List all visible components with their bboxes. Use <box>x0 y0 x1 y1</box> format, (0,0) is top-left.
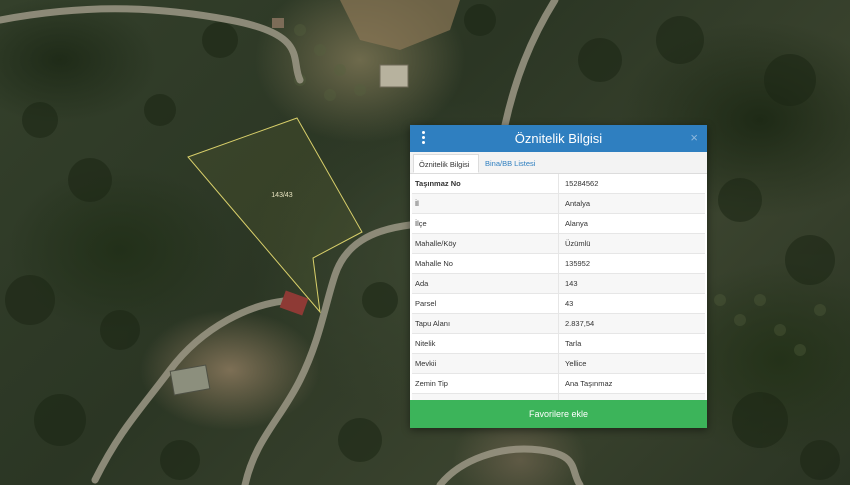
table-row: Zemin Tip Ana Taşınmaz <box>412 374 705 394</box>
table-row: Mevkii Yellice <box>412 354 705 374</box>
row-label: Zemin Tip <box>415 379 448 388</box>
row-value: 15284562 <box>558 174 705 193</box>
row-label: Ada <box>415 279 429 288</box>
row-value: Ana Taşınmaz <box>558 374 705 393</box>
attribute-info-dialog: Öznitelik Bilgisi × Öznitelik Bilgisi Bi… <box>410 125 707 428</box>
building <box>272 18 284 28</box>
table-row: Mahalle/Köy Üzümlü <box>412 234 705 254</box>
table-row: İl Antalya <box>412 194 705 214</box>
row-label: Mahalle/Köy <box>415 239 457 248</box>
row-label: Tapu Alanı <box>415 319 451 328</box>
building <box>169 364 211 396</box>
table-row: Parsel 43 <box>412 294 705 314</box>
table-row: Ada 143 <box>412 274 705 294</box>
row-label: İl <box>415 199 419 208</box>
row-value: Üzümlü <box>558 234 705 253</box>
row-value: Antalya <box>558 194 705 213</box>
row-value: 2.837,54 <box>558 314 705 333</box>
row-value: 43 <box>558 294 705 313</box>
row-label: İlçe <box>415 219 427 228</box>
parcel-label: 143/43 <box>271 192 293 199</box>
row-label: Taşınmaz No <box>415 179 461 188</box>
tab-attribute-info[interactable]: Öznitelik Bilgisi <box>413 154 479 173</box>
dialog-title: Öznitelik Bilgisi <box>514 131 603 146</box>
table-row: Mahalle No 135952 <box>412 254 705 274</box>
row-value: 135952 <box>558 254 705 273</box>
row-label: Mevkii <box>415 359 437 368</box>
building <box>379 64 409 88</box>
row-label: Mahalle No <box>415 259 453 268</box>
row-value: Alanya <box>558 214 705 233</box>
row-value: 143 <box>558 274 705 293</box>
row-value: Yellice <box>558 354 705 373</box>
table-row: Taşınmaz No 15284562 <box>412 174 705 194</box>
row-label: Parsel <box>415 299 437 308</box>
building <box>279 290 309 316</box>
add-to-favorites-button[interactable]: Favorilere ekle <box>410 400 707 428</box>
table-row: Nitelik Tarla <box>412 334 705 354</box>
dialog-header: Öznitelik Bilgisi × <box>410 125 707 152</box>
row-value: Tarla <box>558 334 705 353</box>
dialog-tabs: Öznitelik Bilgisi Bina/BB Listesi <box>410 152 707 174</box>
table-row: Tapu Alanı 2.837,54 <box>412 314 705 334</box>
tab-building-list[interactable]: Bina/BB Listesi <box>480 154 546 173</box>
row-label: Nitelik <box>415 339 436 348</box>
attribute-table: Taşınmaz No 15284562 İl Antalya İlçe Ala… <box>412 174 705 414</box>
table-row: İlçe Alanya <box>412 214 705 234</box>
close-icon[interactable]: × <box>690 130 698 145</box>
